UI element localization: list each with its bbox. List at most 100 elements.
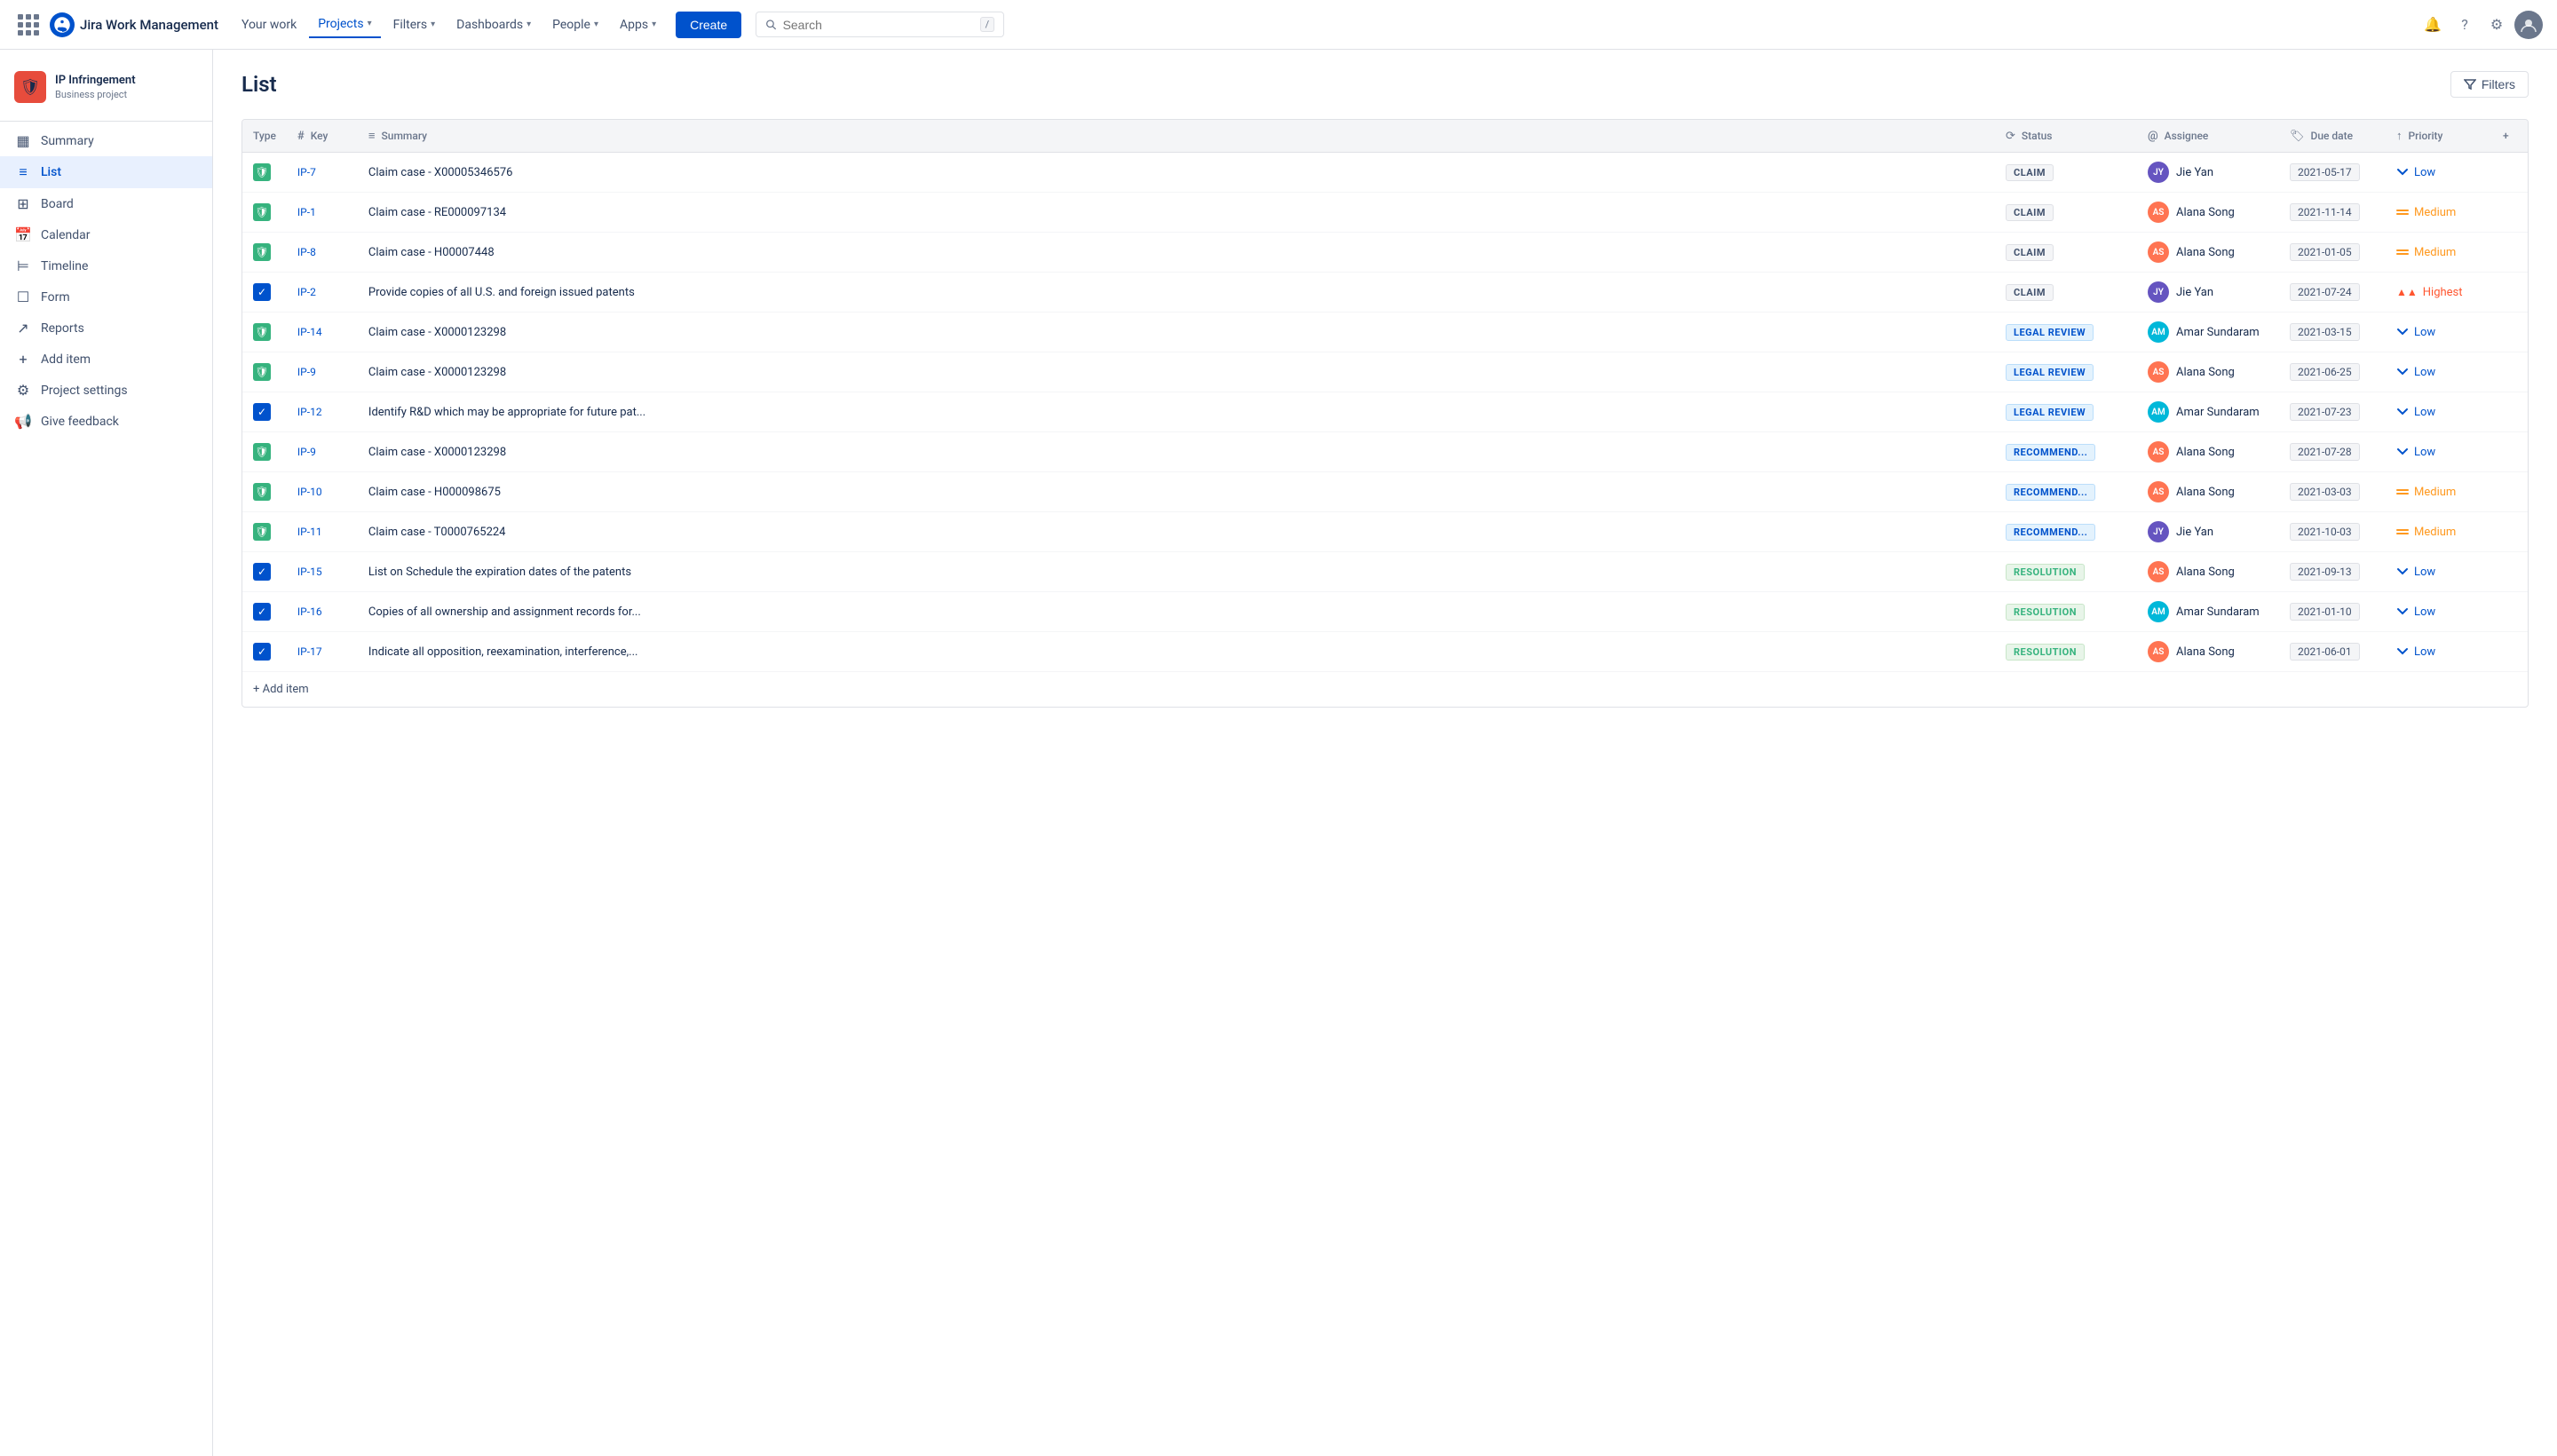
cell-status[interactable]: LEGAL REVIEW [1995,352,2137,392]
cell-summary[interactable]: Claim case - T0000765224 [358,512,1995,552]
sidebar-item-calendar[interactable]: 📅 Calendar [0,219,212,250]
add-item-row[interactable]: + Add item [242,672,2528,707]
cell-duedate[interactable]: 2021-01-10 [2279,592,2386,632]
cell-priority[interactable]: Low [2386,592,2492,632]
cell-duedate[interactable]: 2021-07-23 [2279,392,2386,432]
cell-key[interactable]: IP-17 [287,632,358,672]
table-row[interactable]: 🛡 IP-14 Claim case - X0000123298 LEGAL R… [242,313,2528,352]
table-row[interactable]: ✓ IP-12 Identify R&D which may be approp… [242,392,2528,432]
cell-status[interactable]: RECOMMEND... [1995,432,2137,472]
cell-assignee[interactable]: AS Alana Song [2137,472,2279,512]
nav-your-work[interactable]: Your work [233,12,305,37]
cell-duedate[interactable]: 2021-01-05 [2279,233,2386,273]
cell-assignee[interactable]: JY Jie Yan [2137,153,2279,193]
cell-priority[interactable]: Medium [2386,512,2492,552]
table-row[interactable]: 🛡 IP-11 Claim case - T0000765224 RECOMME… [242,512,2528,552]
cell-summary[interactable]: Claim case - X0000123298 [358,352,1995,392]
search-box[interactable]: / [756,12,1004,37]
cell-priority[interactable]: Low [2386,392,2492,432]
sidebar-item-give-feedback[interactable]: 📢 Give feedback [0,406,212,437]
cell-assignee[interactable]: AS Alana Song [2137,233,2279,273]
cell-summary[interactable]: Claim case - H00007448 [358,233,1995,273]
table-row[interactable]: ✓ IP-16 Copies of all ownership and assi… [242,592,2528,632]
cell-assignee[interactable]: AM Amar Sundaram [2137,313,2279,352]
cell-key[interactable]: IP-16 [287,592,358,632]
cell-duedate[interactable]: 2021-03-15 [2279,313,2386,352]
sidebar-item-reports[interactable]: ↗ Reports [0,313,212,344]
cell-key[interactable]: IP-12 [287,392,358,432]
sidebar-item-project-settings[interactable]: ⚙ Project settings [0,375,212,406]
cell-key[interactable]: IP-9 [287,352,358,392]
cell-duedate[interactable]: 2021-07-24 [2279,273,2386,313]
col-header-add[interactable]: + [2492,120,2528,153]
col-header-assignee[interactable]: @ Assignee [2137,120,2279,153]
cell-assignee[interactable]: AS Alana Song [2137,632,2279,672]
cell-summary[interactable]: Claim case - X0000123298 [358,432,1995,472]
table-row[interactable]: 🛡 IP-1 Claim case - RE000097134 CLAIM AS… [242,193,2528,233]
nav-apps[interactable]: Apps ▾ [611,12,665,37]
cell-status[interactable]: RESOLUTION [1995,632,2137,672]
cell-priority[interactable]: Low [2386,352,2492,392]
cell-summary[interactable]: Claim case - H000098675 [358,472,1995,512]
notifications-button[interactable]: 🔔 [2418,11,2447,39]
cell-summary[interactable]: Claim case - X0000123298 [358,313,1995,352]
col-header-priority[interactable]: ↑ Priority [2386,120,2492,153]
table-row[interactable]: ✓ IP-2 Provide copies of all U.S. and fo… [242,273,2528,313]
cell-status[interactable]: LEGAL REVIEW [1995,392,2137,432]
cell-duedate[interactable]: 2021-03-03 [2279,472,2386,512]
cell-key[interactable]: IP-8 [287,233,358,273]
cell-summary[interactable]: Indicate all opposition, reexamination, … [358,632,1995,672]
filters-button[interactable]: Filters [2450,71,2529,98]
cell-assignee[interactable]: AM Amar Sundaram [2137,392,2279,432]
cell-assignee[interactable]: AS Alana Song [2137,552,2279,592]
cell-priority[interactable]: Low [2386,632,2492,672]
sidebar-item-list[interactable]: ≡ List [0,156,212,188]
cell-priority[interactable]: Low [2386,432,2492,472]
cell-priority[interactable]: Low [2386,153,2492,193]
cell-summary[interactable]: Copies of all ownership and assignment r… [358,592,1995,632]
cell-summary[interactable]: Provide copies of all U.S. and foreign i… [358,273,1995,313]
cell-duedate[interactable]: 2021-11-14 [2279,193,2386,233]
cell-status[interactable]: LEGAL REVIEW [1995,313,2137,352]
cell-status[interactable]: RESOLUTION [1995,552,2137,592]
cell-assignee[interactable]: AS Alana Song [2137,193,2279,233]
cell-assignee[interactable]: JY Jie Yan [2137,273,2279,313]
nav-people[interactable]: People ▾ [543,12,607,37]
cell-key[interactable]: IP-15 [287,552,358,592]
cell-status[interactable]: CLAIM [1995,273,2137,313]
cell-priority[interactable]: Low [2386,313,2492,352]
cell-assignee[interactable]: AM Amar Sundaram [2137,592,2279,632]
cell-duedate[interactable]: 2021-05-17 [2279,153,2386,193]
table-row[interactable]: 🛡 IP-10 Claim case - H000098675 RECOMMEN… [242,472,2528,512]
col-header-duedate[interactable]: 🏷 Due date [2279,120,2386,153]
cell-key[interactable]: IP-9 [287,432,358,472]
cell-priority[interactable]: Medium [2386,233,2492,273]
cell-duedate[interactable]: 2021-06-25 [2279,352,2386,392]
cell-priority[interactable]: Medium [2386,472,2492,512]
user-avatar[interactable] [2514,11,2543,39]
col-header-key[interactable]: # Key [287,120,358,153]
cell-duedate[interactable]: 2021-10-03 [2279,512,2386,552]
sidebar-item-form[interactable]: ☐ Form [0,281,212,313]
col-header-status[interactable]: ⟳ Status [1995,120,2137,153]
cell-duedate[interactable]: 2021-07-28 [2279,432,2386,472]
sidebar-item-summary[interactable]: ▦ Summary [0,125,212,156]
settings-button[interactable]: ⚙ [2482,11,2511,39]
sidebar-item-add-item[interactable]: + Add item [0,344,212,375]
cell-status[interactable]: CLAIM [1995,233,2137,273]
cell-key[interactable]: IP-2 [287,273,358,313]
cell-key[interactable]: IP-1 [287,193,358,233]
cell-priority[interactable]: ▲▲ Highest [2386,273,2492,313]
nav-projects[interactable]: Projects ▾ [309,12,380,38]
cell-priority[interactable]: Medium [2386,193,2492,233]
cell-status[interactable]: RECOMMEND... [1995,512,2137,552]
create-button[interactable]: Create [676,12,741,38]
table-row[interactable]: 🛡 IP-9 Claim case - X0000123298 RECOMMEN… [242,432,2528,472]
cell-assignee[interactable]: JY Jie Yan [2137,512,2279,552]
cell-summary[interactable]: Claim case - X00005346576 [358,153,1995,193]
app-grid-button[interactable] [14,11,43,39]
search-input[interactable] [783,18,975,32]
table-row[interactable]: ✓ IP-17 Indicate all opposition, reexami… [242,632,2528,672]
cell-status[interactable]: CLAIM [1995,193,2137,233]
table-row[interactable]: ✓ IP-15 List on Schedule the expiration … [242,552,2528,592]
